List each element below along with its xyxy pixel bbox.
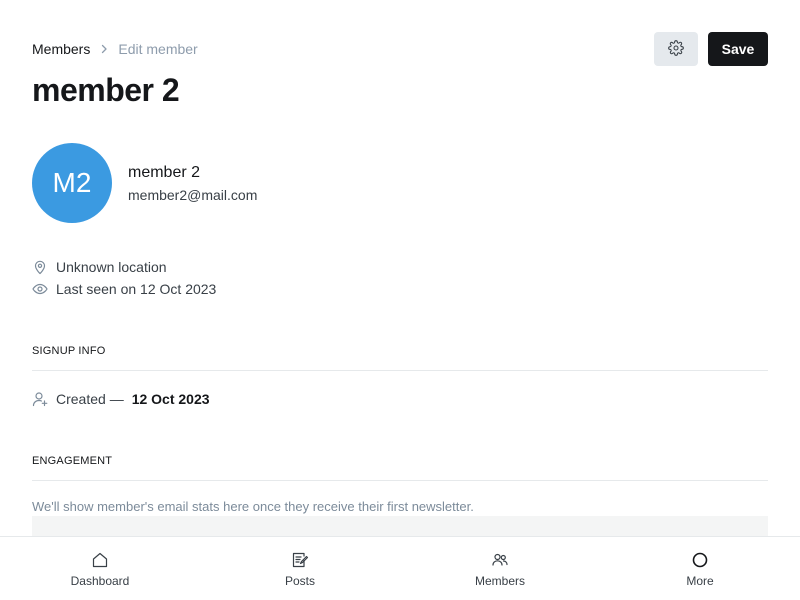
nav-label: Members bbox=[474, 574, 525, 588]
save-button[interactable]: Save bbox=[708, 32, 768, 66]
last-seen-text: Last seen on 12 Oct 2023 bbox=[56, 281, 217, 297]
breadcrumb-current: Edit member bbox=[118, 41, 198, 57]
nav-item-dashboard[interactable]: Dashboard bbox=[0, 537, 200, 600]
settings-button[interactable] bbox=[654, 32, 698, 66]
nav-item-members[interactable]: Members bbox=[400, 537, 600, 600]
member-name: member 2 bbox=[128, 164, 201, 181]
location-row: Unknown location bbox=[32, 258, 167, 276]
signup-info-heading: SIGNUP INFO bbox=[32, 345, 106, 357]
nav-item-more[interactable]: More bbox=[600, 537, 800, 600]
eye-icon bbox=[32, 281, 48, 297]
location-pin-icon bbox=[32, 259, 48, 275]
created-label: Created — bbox=[56, 391, 124, 407]
nav-label: Posts bbox=[284, 574, 315, 588]
divider bbox=[32, 370, 768, 371]
breadcrumb-members-link[interactable]: Members bbox=[32, 40, 90, 58]
nav-label: Dashboard bbox=[70, 574, 130, 588]
chevron-right-icon bbox=[98, 43, 110, 55]
user-add-icon bbox=[32, 391, 48, 407]
member-email: member2@mail.com bbox=[128, 187, 258, 203]
nav-item-posts[interactable]: Posts bbox=[200, 537, 400, 600]
more-circle-icon bbox=[691, 551, 709, 569]
divider bbox=[32, 480, 768, 481]
gear-icon bbox=[668, 39, 684, 59]
breadcrumb: Members Edit member bbox=[32, 40, 198, 58]
members-icon bbox=[491, 551, 509, 569]
edit-member-page: Members Edit member Save member 2 M2 mem… bbox=[0, 0, 800, 600]
avatar: M2 bbox=[32, 143, 112, 223]
nav-label: More bbox=[686, 574, 714, 588]
location-text: Unknown location bbox=[56, 259, 167, 275]
last-seen-row: Last seen on 12 Oct 2023 bbox=[32, 280, 216, 298]
bottom-nav: Dashboard Posts Members More bbox=[0, 536, 800, 600]
page-title: member 2 bbox=[32, 72, 180, 108]
engagement-heading: ENGAGEMENT bbox=[32, 455, 113, 467]
home-icon bbox=[91, 551, 109, 569]
created-row: Created — 12 Oct 2023 bbox=[32, 390, 210, 408]
posts-icon bbox=[291, 551, 309, 569]
header-actions: Save bbox=[654, 32, 768, 66]
created-date: 12 Oct 2023 bbox=[131, 391, 210, 407]
engagement-note: We'll show member's email stats here onc… bbox=[32, 499, 474, 514]
